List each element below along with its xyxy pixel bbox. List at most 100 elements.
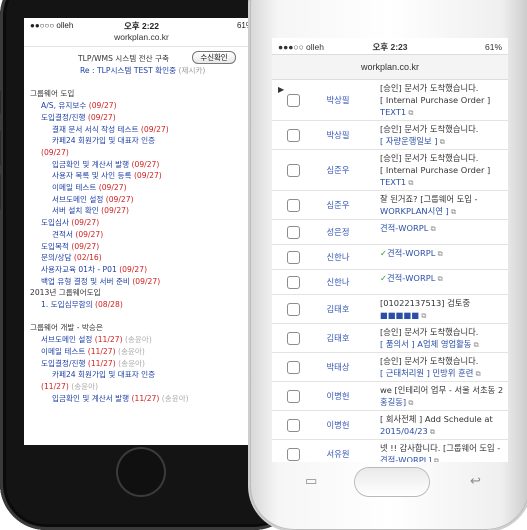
- message-row[interactable]: 이병헌 we [인테리어 업무 - 서울 서초동 2 홍길동] ⧉: [272, 382, 508, 411]
- message-text[interactable]: [승인] 문서가 도착했습니다. [ 품의서 ] A업체 영업활동 ⧉: [380, 326, 508, 351]
- recent-apps-icon[interactable]: ▭: [305, 474, 317, 489]
- left-screen: ●●○○○ olleh 오후 2:22 61% workplan.co.kr T…: [24, 18, 259, 445]
- open-link-icon[interactable]: ⧉: [428, 428, 435, 436]
- task-row[interactable]: 서브도메인 설정 (09/27): [30, 194, 253, 206]
- open-link-icon[interactable]: ⧉: [471, 341, 479, 349]
- sender-name[interactable]: 성은정: [310, 226, 366, 238]
- open-link-icon[interactable]: ⧉: [435, 250, 443, 258]
- sender-name[interactable]: 박태상: [310, 361, 366, 373]
- row-checkbox[interactable]: [287, 94, 300, 107]
- sender-name[interactable]: 이병헌: [310, 390, 366, 402]
- message-text[interactable]: [ 회사전체 ] Add Schedule at 2015/04/23 ⧉: [380, 413, 508, 438]
- message-text[interactable]: [승인] 문서가 도착했습니다. [ 자량운행일보 ] ⧉: [380, 123, 508, 148]
- open-link-icon[interactable]: ⧉: [435, 275, 443, 283]
- open-link-icon[interactable]: ⧉: [419, 312, 426, 320]
- message-row[interactable]: ▶ 박상필 [승인] 문서가 도착했습니다. [ Internal Purchase …: [272, 80, 508, 121]
- task-row[interactable]: 서브도메인 설정 (11/27) (송윤아): [30, 334, 253, 346]
- row-checkbox[interactable]: [287, 251, 300, 264]
- task-row[interactable]: 결재 문서 서식 작성 테스트 (09/27): [30, 124, 253, 136]
- sender-name[interactable]: 서유원: [310, 448, 366, 460]
- confirm-receipt-button[interactable]: 수신확인: [192, 51, 236, 64]
- task-row[interactable]: 도입결정/진행 (11/27) (송윤아): [30, 358, 253, 370]
- message-row[interactable]: 신한나 ✓견적-WORPL ⧉: [272, 270, 508, 295]
- expand-arrow-icon[interactable]: ▶: [278, 84, 284, 96]
- message-line: [ 품의서 ] A업체 영업활동 ⧉: [380, 339, 479, 349]
- row-checkbox[interactable]: [287, 332, 300, 345]
- message-text[interactable]: [01022137513] 검토중 ■■■■■ ⧉: [380, 297, 508, 322]
- task-row[interactable]: 도입심사 (09/27): [30, 217, 253, 229]
- open-link-icon[interactable]: ⧉: [406, 399, 413, 407]
- message-row[interactable]: 서유원 넷 !! 감사합니다. [그룹웨어 도입 - 견적-WORPL] ⧉: [272, 440, 508, 462]
- sender-name[interactable]: 심준우: [310, 199, 366, 211]
- sender-name[interactable]: 김태호: [310, 332, 366, 344]
- message-row[interactable]: 박태상 [승인] 문서가 도착했습니다. [ 근태처리원 ] 민방위 훈련 ⧉: [272, 353, 508, 382]
- task-row[interactable]: 도입결정/진행 (09/27): [30, 112, 253, 124]
- row-checkbox[interactable]: [287, 303, 300, 316]
- message-line: [ 근태처리원 ] 민방위 훈련 ⧉: [380, 368, 481, 378]
- back-icon[interactable]: ↩: [470, 474, 481, 489]
- open-link-icon[interactable]: ⧉: [438, 138, 445, 146]
- message-row[interactable]: 이병헌 [ 회사전체 ] Add Schedule at 2015/04/23 ⧉: [272, 411, 508, 440]
- message-text[interactable]: ✓견적-WORPL ⧉: [380, 272, 508, 285]
- open-link-icon[interactable]: ⧉: [406, 109, 413, 117]
- message-text[interactable]: [승인] 문서가 도착했습니다. [ 근태처리원 ] 민방위 훈련 ⧉: [380, 355, 508, 380]
- message-text[interactable]: we [인테리어 업무 - 서울 서초동 2 홍길동] ⧉: [380, 384, 508, 409]
- message-text[interactable]: [승인] 문서가 도착했습니다. [ Internal Purchase Orde…: [380, 152, 508, 189]
- row-checkbox[interactable]: [287, 164, 300, 177]
- message-text[interactable]: 잘 된거죠? [그룹웨어 도입 - WORKPLAN시연 ] ⧉: [380, 193, 508, 218]
- open-link-icon[interactable]: ⧉: [406, 179, 413, 187]
- message-row[interactable]: 박상필 [승인] 문서가 도착했습니다. [ 자량운행일보 ] ⧉: [272, 121, 508, 150]
- message-text[interactable]: ✓견적-WORPL ⧉: [380, 247, 508, 260]
- message-row[interactable]: 심준우 [승인] 문서가 도착했습니다. [ Internal Purchase O…: [272, 150, 508, 191]
- row-checkbox[interactable]: [287, 129, 300, 142]
- address-bar[interactable]: workplan.co.kr: [24, 32, 259, 47]
- row-checkbox[interactable]: [287, 361, 300, 374]
- task-row[interactable]: 입금확인 및 계산서 발행 (09/27): [30, 159, 253, 171]
- open-link-icon[interactable]: ⧉: [449, 208, 456, 216]
- open-link-icon[interactable]: ⧉: [432, 457, 439, 462]
- task-row[interactable]: A/S, 유지보수 (09/27): [30, 100, 253, 112]
- task-row[interactable]: 입금확인 및 계산서 발행 (11/27) (송윤아): [30, 393, 253, 405]
- reply-line[interactable]: Re : TLP시스템 TEST 확인중 (제시카): [30, 65, 253, 77]
- sender-name[interactable]: 김태호: [310, 303, 366, 315]
- message-row[interactable]: 김태호 [승인] 문서가 도착했습니다. [ 품의서 ] A업체 영업활동 ⧉: [272, 324, 508, 353]
- sender-name[interactable]: 신한나: [310, 276, 366, 288]
- row-checkbox[interactable]: [287, 448, 300, 461]
- sender-name[interactable]: 박상필: [310, 129, 366, 141]
- task-row[interactable]: 사용자교육 01차 - P01 (09/27): [30, 264, 253, 276]
- row-checkbox[interactable]: [287, 390, 300, 403]
- address-bar[interactable]: workplan.co.kr: [272, 55, 508, 80]
- task-row[interactable]: 사용자 목록 및 사인 등록 (09/27): [30, 170, 253, 182]
- open-link-icon[interactable]: ⧉: [473, 370, 481, 378]
- sender-name[interactable]: 심준우: [310, 164, 366, 176]
- message-text[interactable]: 견적-WORPL ⧉: [380, 222, 508, 235]
- row-checkbox[interactable]: [287, 226, 300, 239]
- home-button[interactable]: [118, 449, 164, 495]
- task-row[interactable]: 백업 유형 결정 및 서버 준비 (09/27): [30, 276, 253, 288]
- message-row[interactable]: 성은정 견적-WORPL ⧉: [272, 220, 508, 245]
- sender-name[interactable]: 신한나: [310, 251, 366, 263]
- task-row[interactable]: 문의/상담 (02/16): [30, 252, 253, 264]
- row-checkbox[interactable]: [287, 276, 300, 289]
- message-text[interactable]: [승인] 문서가 도착했습니다. [ Internal Purchase Orde…: [380, 82, 508, 119]
- row-checkbox[interactable]: [287, 419, 300, 432]
- task-row[interactable]: 이메일 테스트 (09/27): [30, 182, 253, 194]
- row-checkbox[interactable]: [287, 199, 300, 212]
- task-row[interactable]: 이메일 테스트 (11/27) (송윤아): [30, 346, 253, 358]
- open-link-icon[interactable]: ⧉: [428, 225, 436, 233]
- task-row[interactable]: 카페24 회원가입 및 대표자 인증: [30, 135, 253, 147]
- sender-name[interactable]: 박상필: [310, 94, 366, 106]
- message-text[interactable]: 넷 !! 감사합니다. [그룹웨어 도입 - 견적-WORPL] ⧉: [380, 442, 508, 462]
- task-row[interactable]: (09/27): [30, 147, 253, 159]
- message-row[interactable]: 신한나 ✓견적-WORPL ⧉: [272, 245, 508, 270]
- task-row[interactable]: 도입목적 (09/27): [30, 241, 253, 253]
- task-row[interactable]: 견적서 (09/27): [30, 229, 253, 241]
- task-row[interactable]: 1. 도입심무함의 (08/28): [30, 299, 253, 311]
- message-row[interactable]: 김태호 [01022137513] 검토중 ■■■■■ ⧉: [272, 295, 508, 324]
- task-row[interactable]: 카페24 회원가입 및 대표자 인증: [30, 369, 253, 381]
- sender-name[interactable]: 이병헌: [310, 419, 366, 431]
- task-row[interactable]: 서버 설치 확인 (09/27): [30, 205, 253, 217]
- message-row[interactable]: 심준우 잘 된거죠? [그룹웨어 도입 - WORKPLAN시연 ] ⧉: [272, 191, 508, 220]
- home-button[interactable]: [355, 468, 429, 496]
- task-row[interactable]: (11/27) (송윤아): [30, 381, 253, 393]
